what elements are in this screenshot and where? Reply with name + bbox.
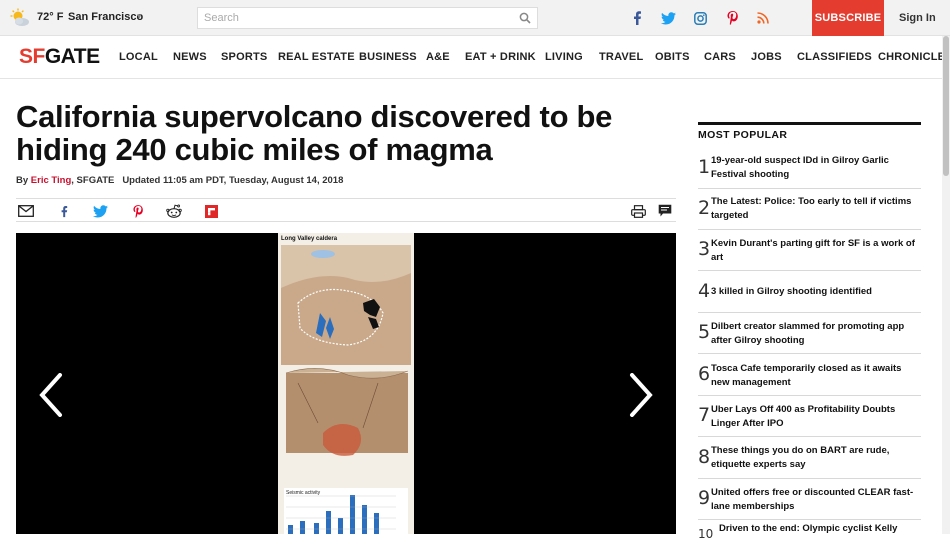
logo-sf: SF <box>19 45 45 68</box>
partly-sunny-icon <box>10 8 29 26</box>
byline-prefix: By <box>16 175 29 186</box>
most-popular-heading: MOST POPULAR <box>698 129 788 141</box>
photo-gallery[interactable]: Long Valley caldera Seismic activity <box>16 233 676 534</box>
email-icon[interactable] <box>18 203 34 219</box>
nav-item-arts-entertainment[interactable]: A&E <box>426 51 450 63</box>
item-rank: 3 <box>698 238 711 260</box>
pinterest-share-icon[interactable] <box>130 203 146 219</box>
item-rank: 7 <box>698 404 711 426</box>
top-utility-bar: 72° F San Francisco ▾ SUBSCRIBE Sign In <box>0 0 950 36</box>
byline: By Eric Ting, SFGATE Updated 11:05 am PD… <box>16 175 343 186</box>
most-popular-item[interactable]: 10 Driven to the end: Olympic cyclist Ke… <box>698 520 921 541</box>
item-headline[interactable]: Kevin Durant's parting gift for SF is a … <box>711 237 919 264</box>
nav-item-local[interactable]: LOCAL <box>119 51 158 63</box>
item-headline[interactable]: Driven to the end: Olympic cyclist Kelly <box>719 522 927 536</box>
sign-in-link[interactable]: Sign In <box>899 12 936 24</box>
most-popular-item[interactable]: 8 These things you do on BART are rude, … <box>698 437 921 479</box>
item-rank: 6 <box>698 363 711 385</box>
item-headline[interactable]: The Latest: Police: Too early to tell if… <box>711 195 919 222</box>
most-popular-item[interactable]: 2 The Latest: Police: Too early to tell … <box>698 189 921 230</box>
item-headline[interactable]: Uber Lays Off 400 as Profitability Doubt… <box>711 403 919 430</box>
item-headline[interactable]: These things you do on BART are rude, et… <box>711 444 919 471</box>
logo-gate: GATE <box>44 45 100 68</box>
graphic-title: Long Valley caldera <box>281 236 338 242</box>
most-popular-item[interactable]: 5 Dilbert creator slammed for promoting … <box>698 313 921 354</box>
most-popular-item[interactable]: 4 3 killed in Gilroy shooting identified <box>698 271 921 313</box>
nav-item-classifieds[interactable]: CLASSIFIEDS <box>797 51 872 63</box>
nav-item-obits[interactable]: OBITS <box>655 51 690 63</box>
facebook-share-icon[interactable] <box>56 203 72 219</box>
scrollbar-thumb[interactable] <box>943 36 949 176</box>
item-rank: 10 <box>698 527 714 541</box>
most-popular-item[interactable]: 1 19-year-old suspect IDd in Gilroy Garl… <box>698 152 921 189</box>
print-icon[interactable] <box>630 203 646 219</box>
item-rank: 9 <box>698 487 711 509</box>
sfgate-logo[interactable]: SFGATE <box>19 45 100 69</box>
temperature[interactable]: 72° F <box>37 11 63 23</box>
graphic-caption: Seismic activity <box>286 490 321 496</box>
gallery-previous-icon[interactable] <box>38 373 66 417</box>
item-headline[interactable]: Tosca Cafe temporarily closed as it awai… <box>711 362 919 389</box>
subscribe-button[interactable]: SUBSCRIBE <box>812 0 884 36</box>
article-headline: California supervolcano discovered to be… <box>16 99 613 167</box>
nav-item-travel[interactable]: TRAVEL <box>599 51 643 63</box>
nav-item-cars[interactable]: CARS <box>704 51 736 63</box>
nav-item-business[interactable]: BUSINESS <box>359 51 417 63</box>
chevron-down-icon[interactable]: ▾ <box>137 11 142 22</box>
author-link[interactable]: Eric Ting <box>31 175 71 186</box>
search-icon[interactable] <box>519 12 531 24</box>
facebook-icon[interactable] <box>629 10 645 26</box>
item-headline[interactable]: 3 killed in Gilroy shooting identified <box>711 285 919 299</box>
item-headline[interactable]: 19-year-old suspect IDd in Gilroy Garlic… <box>711 154 919 181</box>
main-navigation: SFGATE LOCAL NEWS SPORTS REAL ESTATE BUS… <box>0 36 950 79</box>
rss-icon[interactable] <box>755 10 771 26</box>
nav-item-real-estate[interactable]: REAL ESTATE <box>278 51 355 63</box>
most-popular-item[interactable]: 9 United offers free or discounted CLEAR… <box>698 479 921 520</box>
gallery-next-icon[interactable] <box>626 373 654 417</box>
byline-outlet: , SFGATE <box>71 175 115 186</box>
most-popular-item[interactable]: 3 Kevin Durant's parting gift for SF is … <box>698 230 921 271</box>
item-rank: 2 <box>698 197 711 219</box>
item-headline[interactable]: Dilbert creator slammed for promoting ap… <box>711 320 919 347</box>
pinterest-icon[interactable] <box>724 10 740 26</box>
item-rank: 5 <box>698 321 711 343</box>
nav-item-living[interactable]: LIVING <box>545 51 583 63</box>
long-valley-caldera-graphic: Long Valley caldera Seismic activity <box>278 233 414 534</box>
nav-item-news[interactable]: NEWS <box>173 51 207 63</box>
nav-item-eat-drink[interactable]: EAT + DRINK <box>465 51 536 63</box>
nav-item-sports[interactable]: SPORTS <box>221 51 267 63</box>
comments-icon[interactable] <box>657 203 673 219</box>
most-popular-item[interactable]: 6 Tosca Cafe temporarily closed as it aw… <box>698 354 921 396</box>
updated-timestamp: Updated 11:05 am PDT, Tuesday, August 14… <box>122 175 344 186</box>
twitter-share-icon[interactable] <box>92 203 108 219</box>
instagram-icon[interactable] <box>692 10 708 26</box>
twitter-icon[interactable] <box>660 10 676 26</box>
page-scrollbar[interactable] <box>942 36 950 534</box>
nav-item-jobs[interactable]: JOBS <box>751 51 782 63</box>
search-box <box>197 7 538 29</box>
search-input[interactable] <box>198 8 508 28</box>
most-popular-rule <box>698 122 921 125</box>
item-rank: 8 <box>698 446 711 468</box>
item-rank: 4 <box>698 280 711 302</box>
city-selector[interactable]: San Francisco <box>68 11 143 23</box>
nav-item-chronicle[interactable]: CHRONICLE <box>878 51 945 63</box>
reddit-icon[interactable] <box>166 203 182 219</box>
caldera-illustration <box>278 233 414 534</box>
most-popular-item[interactable]: 7 Uber Lays Off 400 as Profitability Dou… <box>698 396 921 437</box>
share-bar <box>16 198 676 222</box>
flipboard-icon[interactable] <box>203 203 219 219</box>
item-headline[interactable]: United offers free or discounted CLEAR f… <box>711 486 919 513</box>
item-rank: 1 <box>698 156 711 178</box>
